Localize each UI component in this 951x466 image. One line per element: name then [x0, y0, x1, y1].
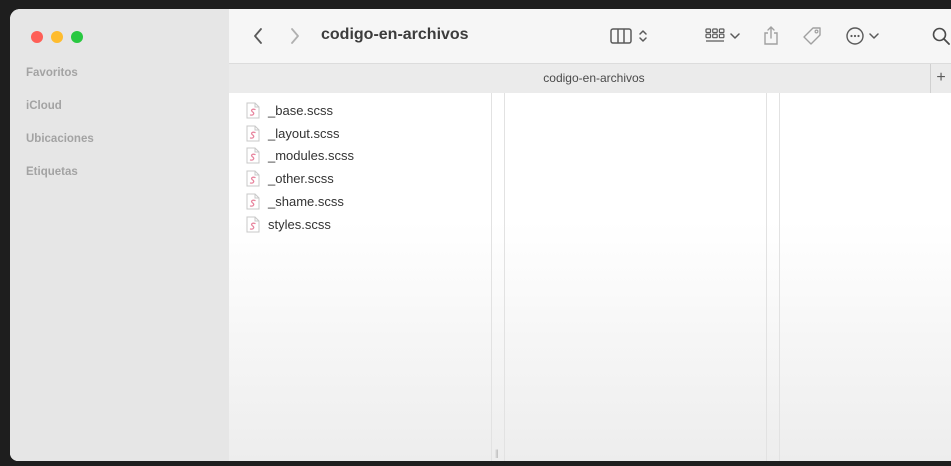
group-icon: [704, 28, 724, 42]
file-name: styles.scss: [268, 216, 331, 232]
tag-button[interactable]: [799, 9, 825, 63]
file-name: _shame.scss: [268, 194, 344, 210]
scss-file-icon: [246, 102, 260, 119]
column-view-icon: [610, 28, 632, 44]
scss-file-icon: [246, 216, 260, 233]
column-resize-handle[interactable]: [766, 93, 780, 461]
minimize-button[interactable]: [51, 31, 63, 43]
search-button[interactable]: [929, 9, 951, 63]
more-actions-button[interactable]: [841, 9, 883, 63]
file-row[interactable]: styles.scss: [246, 213, 354, 236]
more-icon: [845, 27, 864, 45]
file-row[interactable]: _base.scss: [246, 99, 354, 122]
tab-codigo-en-archivos[interactable]: codigo-en-archivos: [229, 71, 951, 85]
group-button[interactable]: [701, 9, 743, 63]
sidebar-section-icloud[interactable]: iCloud: [26, 100, 62, 112]
scss-file-icon: [246, 147, 260, 164]
column-resize-handle[interactable]: ||: [491, 93, 505, 461]
file-name: _base.scss: [268, 102, 334, 118]
share-button[interactable]: [759, 9, 783, 63]
sidebar-section-favoritos[interactable]: Favoritos: [26, 67, 78, 79]
scss-file-icon: [246, 170, 260, 187]
new-tab-button[interactable]: +: [930, 64, 951, 93]
scss-file-icon: [246, 193, 260, 210]
chevron-updown-icon: [639, 30, 647, 42]
window-title: codigo-en-archivos: [321, 26, 469, 43]
sidebar: Favoritos iCloud Ubicaciones Etiquetas: [10, 9, 229, 461]
file-name: _modules.scss: [268, 148, 354, 164]
file-row[interactable]: _shame.scss: [246, 190, 354, 213]
resize-grip-icon: ||: [495, 448, 499, 458]
file-row[interactable]: _modules.scss: [246, 145, 354, 168]
search-icon: [932, 27, 950, 45]
share-icon: [764, 26, 778, 45]
chevron-down-icon: [868, 33, 879, 39]
tab-bar: codigo-en-archivos +: [229, 63, 951, 94]
finder-window: Favoritos iCloud Ubicaciones Etiquetas c…: [10, 9, 951, 461]
scss-file-icon: [246, 125, 260, 142]
close-button[interactable]: [31, 31, 43, 43]
file-list: _base.scss _layout.scss _modules.scss _o…: [246, 99, 354, 236]
file-row[interactable]: _layout.scss: [246, 122, 354, 145]
toolbar: codigo-en-archivos: [229, 9, 951, 63]
maximize-button[interactable]: [71, 31, 83, 43]
sidebar-section-etiquetas[interactable]: Etiquetas: [26, 166, 78, 178]
back-icon: [254, 28, 262, 44]
sidebar-section-ubicaciones[interactable]: Ubicaciones: [26, 133, 94, 145]
file-row[interactable]: _other.scss: [246, 167, 354, 190]
back-button[interactable]: [247, 9, 269, 63]
file-name: _layout.scss: [268, 125, 340, 141]
chevron-down-icon: [729, 33, 740, 39]
forward-icon: [291, 28, 299, 44]
forward-button[interactable]: [284, 9, 306, 63]
column-browser: _base.scss _layout.scss _modules.scss _o…: [229, 93, 951, 461]
tag-icon: [803, 27, 821, 45]
file-name: _other.scss: [268, 171, 334, 187]
view-mode-button[interactable]: [605, 9, 653, 63]
